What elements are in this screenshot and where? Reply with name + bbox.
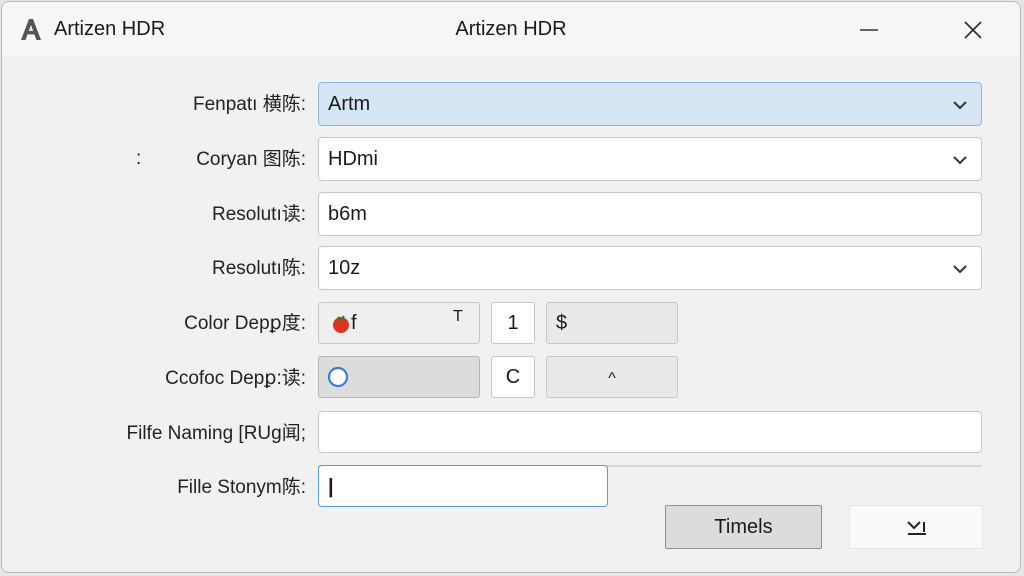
close-icon xyxy=(964,21,982,39)
label-ccofoc-depth: Ccofoc Depꝑ:读: xyxy=(165,368,306,389)
ccofoc-c-value: C xyxy=(505,366,521,388)
color-depth-unit-value: $ xyxy=(556,312,568,334)
caret-up-icon: ^ xyxy=(608,370,616,387)
label-file-naming: Filfe Naming [RUg闻; xyxy=(126,423,307,444)
confirm-button[interactable]: Ƴ xyxy=(849,505,983,549)
title-bar: Artizen HDR Artizen HDR xyxy=(2,2,1020,56)
label-color-depth: Color Depꝑ度: xyxy=(184,313,306,334)
minimize-button[interactable] xyxy=(846,10,892,50)
tomato-icon xyxy=(333,315,349,333)
chevron-down-icon xyxy=(953,156,967,165)
coryan-value: HDmi xyxy=(328,148,378,170)
radio-circle-icon xyxy=(327,366,349,388)
color-depth-number[interactable]: 1 xyxy=(491,302,535,344)
label-coryan: Coryan 图陈: xyxy=(196,149,306,170)
coryan-dropdown[interactable]: HDmi xyxy=(318,137,982,181)
fenpat-dropdown[interactable]: Artm xyxy=(318,82,982,126)
color-depth-unit[interactable]: $ xyxy=(546,302,678,344)
resolution-input-value: b6m xyxy=(328,203,367,225)
ccofoc-c-box[interactable]: C xyxy=(491,356,535,398)
chevron-down-icon xyxy=(953,265,967,274)
label-file-stonym: Fille Stonym陈: xyxy=(177,477,306,498)
fenpat-value: Artm xyxy=(328,93,371,115)
app-window: Artizen HDR Artizen HDR : Fenpatı 横陈: Ar… xyxy=(1,1,1021,573)
label-resolution-1: Resolutı读: xyxy=(212,204,306,225)
timels-button-label: Timels xyxy=(714,516,773,538)
file-naming-input[interactable] xyxy=(318,411,982,453)
minimize-icon xyxy=(860,29,878,31)
file-stonym-input[interactable]: | xyxy=(318,465,608,507)
checkbox-arrow-icon xyxy=(907,521,926,535)
resolution-dropdown[interactable]: 10z xyxy=(318,246,982,290)
timels-button[interactable]: Timels xyxy=(665,505,822,549)
chevron-down-icon xyxy=(953,101,967,110)
label-resolution-2: Resolutı陈: xyxy=(212,258,306,279)
color-depth-value: f xyxy=(351,312,357,334)
resolution-input[interactable]: b6m xyxy=(318,192,982,236)
label-fenpat: Fenpatı 横陈: xyxy=(193,94,306,115)
type-t-icon: T xyxy=(453,308,463,325)
ccofoc-stepper[interactable]: ^ xyxy=(546,356,678,398)
resolution-dropdown-value: 10z xyxy=(328,257,361,279)
close-button[interactable] xyxy=(950,10,996,50)
ccofoc-depth-radio[interactable] xyxy=(318,356,480,398)
color-depth-picker[interactable]: f T xyxy=(318,302,480,344)
text-cursor: | xyxy=(328,476,334,498)
color-depth-number-value: 1 xyxy=(507,312,519,334)
